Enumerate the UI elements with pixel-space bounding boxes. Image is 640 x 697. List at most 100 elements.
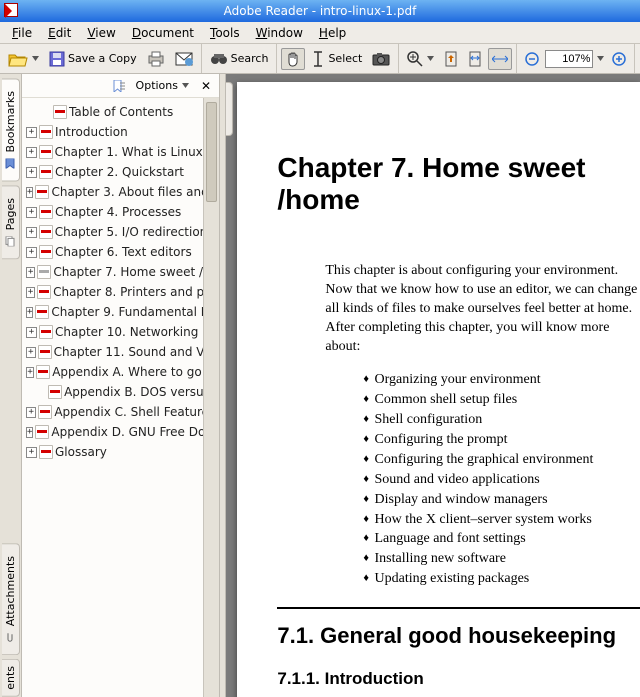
save-copy-label: Save a Copy xyxy=(68,52,137,65)
zoom-in-button[interactable] xyxy=(403,48,438,70)
topic-item: Organizing your environment xyxy=(363,370,640,390)
menu-document[interactable]: Document xyxy=(126,24,200,42)
toolbar: Save a Copy Search Select xyxy=(0,44,640,74)
bookmark-item[interactable]: +Chapter 10. Networking xyxy=(22,322,203,342)
tab-pages[interactable]: Pages xyxy=(2,185,20,259)
zoom-in-button-2[interactable] xyxy=(608,48,630,70)
expand-toggle[interactable]: + xyxy=(26,327,37,338)
bookmark-item[interactable]: +Introduction xyxy=(22,122,203,142)
expand-toggle[interactable]: + xyxy=(26,427,33,438)
envelope-icon xyxy=(175,52,193,66)
pdf-bookmark-icon xyxy=(48,385,62,399)
bookmark-label: Chapter 4. Processes xyxy=(55,205,181,219)
pdf-bookmark-icon xyxy=(35,185,49,199)
bookmarks-tree: Table of Contents+Introduction+Chapter 1… xyxy=(22,98,203,697)
bookmark-item[interactable]: + Glossary xyxy=(22,442,203,462)
expand-toggle[interactable]: + xyxy=(26,187,33,198)
expand-toggle[interactable]: + xyxy=(26,147,37,158)
doc-side-tab[interactable] xyxy=(226,82,233,136)
floppy-icon xyxy=(49,51,65,67)
bookmark-item[interactable]: + Chapter 8. Printers and printing xyxy=(22,282,203,302)
close-pane-button[interactable]: ✕ xyxy=(199,79,213,93)
fit-page-button[interactable] xyxy=(464,48,486,70)
hand-tool-button[interactable] xyxy=(281,48,305,70)
bookmark-label: Table of Contents xyxy=(69,105,173,119)
app-icon xyxy=(4,3,18,17)
bookmark-item[interactable]: + Chapter 5. I/O redirection xyxy=(22,222,203,242)
pdf-bookmark-icon xyxy=(35,425,49,439)
subsection-heading: 7.1.1. Introduction xyxy=(277,669,640,689)
select-tool-button[interactable]: Select xyxy=(307,48,366,70)
expand-toggle[interactable]: + xyxy=(26,127,37,138)
pdf-bookmark-icon xyxy=(35,305,49,319)
print-button[interactable] xyxy=(143,48,169,70)
bookmarks-pane: Options ✕ Table of Contents +Introduction… xyxy=(22,74,220,697)
bookmark-item[interactable]: +Appendix D. GNU Free Documentation Lice… xyxy=(22,422,203,442)
fit-width-button[interactable] xyxy=(488,48,512,70)
hand-icon xyxy=(285,51,301,67)
bookmark-label: Chapter 7. Home sweet /home xyxy=(53,265,203,279)
menu-tools[interactable]: Tools xyxy=(204,24,246,42)
email-button[interactable] xyxy=(171,48,197,70)
options-menu[interactable]: Options xyxy=(136,79,189,92)
tab-attachments[interactable]: Attachments xyxy=(2,543,20,655)
search-button[interactable]: Search xyxy=(206,48,273,70)
zoom-level-input[interactable] xyxy=(545,50,593,68)
bookmark-item[interactable]: +Chapter 11. Sound and Video xyxy=(22,342,203,362)
bookmark-item[interactable]: + Chapter 4. Processes xyxy=(22,202,203,222)
bookmark-item[interactable]: +Chapter 3. About files and the file sys… xyxy=(22,182,203,202)
topic-item: Common shell setup files xyxy=(363,390,640,410)
expand-toggle[interactable]: + xyxy=(26,347,36,358)
bookmark-item[interactable]: + Chapter 7. Home sweet /home xyxy=(22,262,203,282)
chapter-heading: Chapter 7. Home sweet /home xyxy=(277,152,640,216)
pdf-bookmark-icon xyxy=(38,345,52,359)
menu-window[interactable]: Window xyxy=(250,24,309,42)
menu-file[interactable]: File xyxy=(6,24,38,42)
titlebar: Adobe Reader - intro-linux-1.pdf xyxy=(0,0,640,22)
zoom-out-button[interactable] xyxy=(521,48,543,70)
bookmark-item[interactable]: +Chapter 2. Quickstart xyxy=(22,162,203,182)
snapshot-tool-button[interactable] xyxy=(368,48,394,70)
chevron-down-icon xyxy=(32,56,39,61)
scrollbar-thumb[interactable] xyxy=(206,102,217,202)
expand-toggle[interactable]: + xyxy=(26,267,35,278)
bookmark-item[interactable]: +Chapter 1. What is Linux? xyxy=(22,142,203,162)
topic-item: Display and window managers xyxy=(363,490,640,510)
zoom-in-icon xyxy=(407,51,423,67)
actual-size-icon xyxy=(444,51,458,67)
topic-item: Sound and video applications xyxy=(363,470,640,490)
expand-toggle[interactable]: + xyxy=(26,207,37,218)
chevron-down-icon[interactable] xyxy=(597,56,604,61)
expand-toggle[interactable]: + xyxy=(26,307,33,318)
paperclip-icon xyxy=(5,632,15,642)
expand-toggle[interactable]: + xyxy=(26,367,34,378)
actual-size-button[interactable] xyxy=(440,48,462,70)
bookmark-item[interactable]: Table of Contents xyxy=(22,102,203,122)
expand-toggle[interactable]: + xyxy=(26,287,35,298)
menu-view[interactable]: View xyxy=(81,24,121,42)
bookmark-label: Glossary xyxy=(55,445,107,459)
open-button[interactable] xyxy=(4,48,43,70)
expand-toggle[interactable]: + xyxy=(26,167,37,178)
bookmark-item[interactable]: +Appendix A. Where to go from here? xyxy=(22,362,203,382)
expand-toggle[interactable]: + xyxy=(26,227,37,238)
section-rule xyxy=(277,607,640,609)
save-copy-button[interactable]: Save a Copy xyxy=(45,48,141,70)
menu-help[interactable]: Help xyxy=(313,24,352,42)
expand-toggle[interactable]: + xyxy=(26,247,37,258)
pdf-bookmark-icon xyxy=(39,165,53,179)
expand-toggle[interactable]: + xyxy=(26,407,36,418)
bookmarks-scrollbar[interactable] xyxy=(203,98,219,697)
document-area[interactable]: Chapter 7. Home sweet /home This chapter… xyxy=(226,74,640,697)
bookmark-item[interactable]: Appendix B. DOS versus Linux commands xyxy=(22,382,203,402)
bookmark-label: Chapter 5. I/O redirection xyxy=(55,225,203,239)
bookmark-item[interactable]: +Chapter 9. Fundamental Backup Technique… xyxy=(22,302,203,322)
expand-toggle[interactable]: + xyxy=(26,447,37,458)
tab-comments[interactable]: ents xyxy=(2,659,20,697)
tab-bookmarks[interactable]: Bookmarks xyxy=(2,78,20,181)
bookmark-item[interactable]: +Appendix C. Shell Features xyxy=(22,402,203,422)
bookmark-label: Chapter 8. Printers and printing xyxy=(53,285,203,299)
bookmark-item[interactable]: +Chapter 6. Text editors xyxy=(22,242,203,262)
menu-edit[interactable]: Edit xyxy=(42,24,77,42)
fit-width-icon xyxy=(492,52,508,66)
